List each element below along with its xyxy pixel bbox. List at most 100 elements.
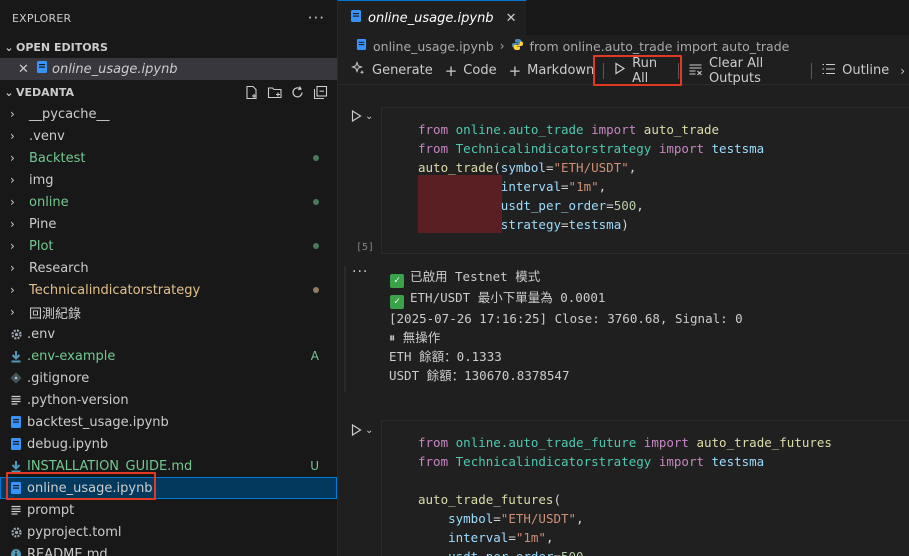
git-status-dot (313, 243, 319, 249)
tree-folder[interactable]: › img (0, 169, 337, 191)
chevron-right-icon[interactable]: › (0, 261, 26, 275)
chevron-right-icon[interactable]: › (0, 217, 26, 231)
tree-folder[interactable]: › __pycache__ (0, 103, 337, 125)
chevron-right-icon[interactable]: › (0, 173, 26, 187)
code-token: from (418, 122, 456, 137)
code-token: "1m" (515, 530, 546, 545)
cell-code[interactable]: from online.auto_trade_future import aut… (418, 433, 832, 556)
tree-file[interactable]: .gitignore (0, 367, 337, 389)
code-token: = (606, 198, 614, 213)
tab-online-usage[interactable]: online_usage.ipynb ✕ (338, 0, 527, 35)
tree-file[interactable]: online_usage.ipynb (0, 477, 337, 499)
chevron-right-icon[interactable]: › (0, 151, 26, 165)
chevron-right-icon[interactable]: › (0, 283, 26, 297)
new-folder-icon[interactable] (266, 84, 283, 101)
git-status-badge: U (310, 459, 319, 473)
cell-output: ✓ 已啟用 Testnet 模式 ✓ ETH/USDT 最小下單量為 0.0001 [2… (389, 267, 743, 385)
git-status-dot (313, 155, 319, 161)
run-all-button[interactable]: Run All (608, 55, 674, 86)
toolbar-divider (678, 62, 679, 79)
run-cell-button[interactable]: ⌄ (351, 110, 381, 122)
tree-file[interactable]: .env (0, 323, 337, 345)
chevron-right-icon[interactable]: › (0, 239, 26, 253)
workspace-section[interactable]: ⌄ VEDANTA (0, 81, 337, 103)
chevron-down-icon[interactable]: ⌄ (365, 111, 373, 122)
gear-icon (8, 326, 24, 342)
run-cell-button[interactable]: ⌄ (351, 424, 381, 436)
output-gutter-bar (344, 266, 346, 392)
chevron-down-icon[interactable]: ⌄ (2, 86, 16, 99)
close-icon[interactable]: ✕ (18, 62, 36, 77)
tree-folder[interactable]: › .venv (0, 125, 337, 147)
tree-file[interactable]: README.md (0, 543, 337, 556)
code-label: Code (463, 63, 497, 78)
tree-file[interactable]: .env-example A (0, 345, 337, 367)
explorer-title: EXPLORER (12, 11, 72, 25)
tree-file[interactable]: prompt (0, 499, 337, 521)
generate-button[interactable]: Generate (346, 59, 438, 83)
breadcrumb-file[interactable]: online_usage.ipynb (373, 39, 494, 54)
close-tab-icon[interactable]: ✕ (506, 11, 517, 26)
code-token: from (418, 454, 456, 469)
more-actions-icon[interactable]: ··· (308, 9, 325, 27)
outline-button[interactable]: Outline (816, 59, 894, 83)
chevron-down-icon[interactable]: ⌄ (365, 425, 373, 436)
code-token: auto_trade (643, 122, 720, 137)
code-line: interval="1m", (418, 177, 764, 196)
run-all-label: Run All (632, 55, 658, 86)
tree-file[interactable]: INSTALLATION_GUIDE.md U (0, 455, 337, 477)
explorer-header: EXPLORER ··· (0, 0, 337, 36)
tree-file[interactable]: .python-version (0, 389, 337, 411)
open-editors-section[interactable]: ⌄ OPEN EDITORS (0, 36, 337, 58)
code-cell[interactable]: from online.auto_trade_future import aut… (381, 420, 909, 556)
tree-item-label: Backtest (29, 150, 86, 166)
add-code-button[interactable]: + Code (440, 59, 502, 83)
code-token: "1m" (568, 179, 599, 194)
collapse-all-icon[interactable] (312, 84, 329, 101)
code-cell[interactable]: from online.auto_trade import auto_trade… (381, 107, 909, 254)
check-icon: ✓ (390, 295, 404, 309)
tree-folder[interactable]: › 回測紀錄 (0, 301, 337, 323)
chevron-down-icon[interactable]: ⌄ (2, 41, 16, 54)
cell-code[interactable]: from online.auto_trade import auto_trade… (418, 120, 764, 234)
tree-file[interactable]: debug.ipynb (0, 433, 337, 455)
code-token: usdt_per_order (500, 198, 607, 213)
add-markdown-button[interactable]: + Markdown (504, 59, 600, 83)
markdown-label: Markdown (527, 63, 595, 78)
chevron-right-icon[interactable]: › (0, 129, 26, 143)
code-token: = (508, 530, 516, 545)
tree-item-label: __pycache__ (29, 106, 110, 122)
output-actions-icon[interactable]: ··· (352, 264, 382, 280)
tree-item-label: prompt (27, 502, 75, 518)
code-token: , (545, 530, 554, 545)
clear-outputs-button[interactable]: Clear All Outputs (683, 56, 807, 86)
git-icon (8, 370, 24, 386)
tree-folder[interactable]: › Pine (0, 213, 337, 235)
scrollbar[interactable] (895, 0, 909, 556)
open-editor-item[interactable]: ✕ online_usage.ipynb (0, 58, 337, 80)
open-editor-label: online_usage.ipynb (52, 61, 178, 77)
tree-item-label: pyproject.toml (27, 524, 122, 540)
code-token: online.auto_trade (455, 122, 592, 137)
plus-icon: + (444, 61, 458, 80)
toolbar-divider (603, 62, 605, 79)
tree-folder[interactable]: › Technicalindicatorstrategy (0, 279, 337, 301)
download-icon (8, 348, 24, 364)
refresh-icon[interactable] (289, 84, 306, 101)
breadcrumb-symbol[interactable]: from online.auto_trade import auto_trade (530, 39, 790, 54)
tree-folder[interactable]: › Research (0, 257, 337, 279)
output-line: ETH 餘額：0.1333 (389, 347, 743, 366)
tree-file[interactable]: pyproject.toml (0, 521, 337, 543)
output-text: [2025-07-26 17:16:25] Close: 3760.68, Si… (389, 311, 743, 326)
workspace-title: VEDANTA (16, 85, 75, 99)
chevron-right-icon[interactable]: › (0, 195, 26, 209)
chevron-right-icon[interactable]: › (0, 107, 26, 121)
tree-folder[interactable]: › Backtest (0, 147, 337, 169)
chevron-right-icon[interactable]: › (0, 305, 26, 319)
tree-folder[interactable]: › online (0, 191, 337, 213)
tree-folder[interactable]: › Plot (0, 235, 337, 257)
tree-file[interactable]: backtest_usage.ipynb (0, 411, 337, 433)
new-file-icon[interactable] (243, 84, 260, 101)
